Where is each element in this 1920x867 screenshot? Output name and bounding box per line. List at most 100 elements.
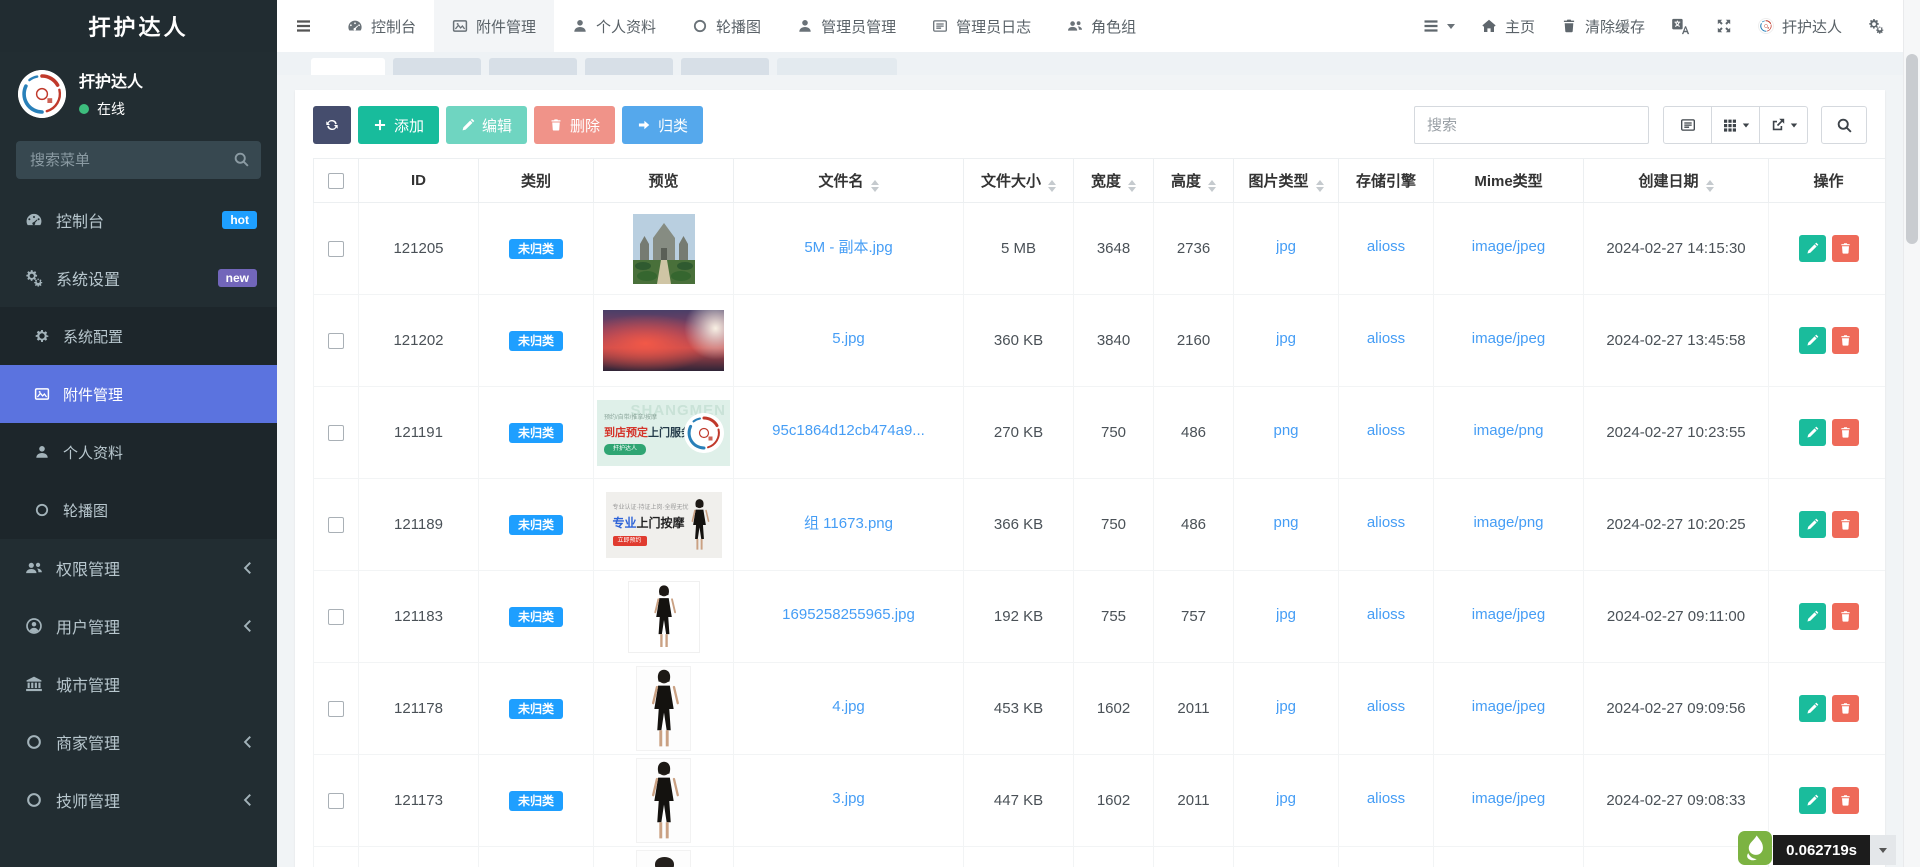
open-tab[interactable] (311, 58, 385, 75)
mime-link[interactable]: image/png (1473, 422, 1543, 439)
row-delete-button[interactable] (1832, 327, 1859, 354)
sort-icon[interactable] (1316, 180, 1324, 192)
open-tab[interactable] (393, 58, 481, 75)
user-menu[interactable]: 扞护达人 (1758, 16, 1842, 37)
mime-link[interactable]: image/png (1473, 514, 1543, 531)
home-link[interactable]: 主页 (1481, 16, 1535, 37)
storage-link[interactable]: alioss (1367, 698, 1405, 715)
open-tab[interactable] (681, 58, 769, 75)
row-delete-button[interactable] (1832, 235, 1859, 262)
row-checkbox[interactable] (328, 701, 344, 717)
mime-link[interactable]: image/jpeg (1472, 330, 1545, 347)
row-edit-button[interactable] (1799, 603, 1826, 630)
row-checkbox[interactable] (328, 793, 344, 809)
fullscreen-button[interactable] (1716, 18, 1732, 34)
thinkphp-debug-bar[interactable]: 0.062719s (1737, 831, 1896, 865)
column-header-文件名[interactable]: 文件名 (734, 159, 964, 203)
row-delete-button[interactable] (1832, 695, 1859, 722)
filename-link[interactable]: 5M - 副本.jpg (804, 236, 892, 257)
storage-link[interactable]: alioss (1367, 238, 1405, 255)
row-edit-button[interactable] (1799, 235, 1826, 262)
row-edit-button[interactable] (1799, 511, 1826, 538)
image-type-link[interactable]: jpg (1276, 330, 1296, 347)
row-checkbox[interactable] (328, 517, 344, 533)
columns-button[interactable] (1711, 106, 1760, 144)
image-type-link[interactable]: jpg (1276, 790, 1296, 807)
topnav-tab-控制台[interactable]: 控制台 (329, 0, 434, 52)
language-button[interactable] (1671, 17, 1690, 36)
row-delete-button[interactable] (1832, 419, 1859, 446)
topnav-tab-附件管理[interactable]: 附件管理 (434, 0, 554, 52)
mime-link[interactable]: image/jpeg (1472, 238, 1545, 255)
row-edit-button[interactable] (1799, 695, 1826, 722)
sidebar-item-轮播图[interactable]: 轮播图 (0, 481, 277, 539)
page-scrollbar[interactable] (1903, 0, 1920, 867)
row-delete-button[interactable] (1832, 787, 1859, 814)
row-checkbox[interactable] (328, 333, 344, 349)
filename-link[interactable]: 组 11673.png (804, 512, 893, 533)
column-header-创建日期[interactable]: 创建日期 (1584, 159, 1769, 203)
topnav-tab-轮播图[interactable]: 轮播图 (674, 0, 779, 52)
sidebar-item-系统设置[interactable]: 系统设置 new (0, 249, 277, 307)
row-edit-button[interactable] (1799, 419, 1826, 446)
filename-link[interactable]: 1695258255965.jpg (782, 606, 915, 623)
row-delete-button[interactable] (1832, 603, 1859, 630)
image-type-link[interactable]: jpg (1276, 606, 1296, 623)
sidebar-item-权限管理[interactable]: 权限管理 (0, 539, 277, 597)
select-all-checkbox[interactable] (328, 173, 344, 189)
row-checkbox[interactable] (328, 241, 344, 257)
storage-link[interactable]: alioss (1367, 330, 1405, 347)
topnav-tab-管理员管理[interactable]: 管理员管理 (779, 0, 914, 52)
row-edit-button[interactable] (1799, 787, 1826, 814)
sidebar-item-城市管理[interactable]: 城市管理 (0, 655, 277, 713)
refresh-button[interactable] (313, 106, 351, 144)
image-type-link[interactable]: png (1273, 514, 1298, 531)
sidebar-item-附件管理[interactable]: 附件管理 (0, 365, 277, 423)
open-tab[interactable] (489, 58, 577, 75)
open-tab[interactable] (777, 58, 897, 75)
row-checkbox[interactable] (328, 609, 344, 625)
sidebar-search-input[interactable] (16, 141, 261, 179)
image-type-link[interactable]: jpg (1276, 238, 1296, 255)
sidebar-item-个人资料[interactable]: 个人资料 (0, 423, 277, 481)
filename-link[interactable]: 5.jpg (832, 330, 865, 347)
clear-cache-link[interactable]: 清除缓存 (1561, 16, 1645, 37)
sidebar-item-控制台[interactable]: 控制台 hot (0, 191, 277, 249)
settings-button[interactable] (1868, 18, 1884, 34)
topnav-tab-管理员日志[interactable]: 管理员日志 (914, 0, 1049, 52)
image-type-link[interactable]: jpg (1276, 698, 1296, 715)
topnav-tab-个人资料[interactable]: 个人资料 (554, 0, 674, 52)
row-delete-button[interactable] (1832, 511, 1859, 538)
export-button[interactable] (1759, 106, 1808, 144)
row-checkbox[interactable] (328, 425, 344, 441)
search-toggle-button[interactable] (1821, 106, 1867, 144)
column-header-图片类型[interactable]: 图片类型 (1234, 159, 1339, 203)
table-search-input[interactable] (1414, 106, 1649, 144)
storage-link[interactable]: alioss (1367, 514, 1405, 531)
sidebar-toggle-button[interactable] (277, 0, 329, 52)
topnav-tab-角色组[interactable]: 角色组 (1049, 0, 1154, 52)
filename-link[interactable]: 4.jpg (832, 698, 865, 715)
sort-icon[interactable] (1208, 180, 1216, 192)
row-edit-button[interactable] (1799, 327, 1826, 354)
storage-link[interactable]: alioss (1367, 422, 1405, 439)
list-view-button[interactable] (1663, 106, 1712, 144)
image-type-link[interactable]: png (1273, 422, 1298, 439)
sort-icon[interactable] (1048, 180, 1056, 192)
add-button[interactable]: 添加 (358, 106, 439, 144)
classify-button[interactable]: 归类 (622, 106, 703, 144)
tabs-menu-button[interactable] (1423, 18, 1455, 34)
delete-button[interactable]: 删除 (534, 106, 615, 144)
sidebar-item-商家管理[interactable]: 商家管理 (0, 713, 277, 771)
storage-link[interactable]: alioss (1367, 606, 1405, 623)
filename-link[interactable]: 3.jpg (832, 790, 865, 807)
mime-link[interactable]: image/jpeg (1472, 698, 1545, 715)
edit-button[interactable]: 编辑 (446, 106, 527, 144)
column-header-文件大小[interactable]: 文件大小 (964, 159, 1074, 203)
filename-link[interactable]: 95c1864d12cb474a9... (772, 422, 925, 439)
column-header-宽度[interactable]: 宽度 (1074, 159, 1154, 203)
mime-link[interactable]: image/jpeg (1472, 790, 1545, 807)
storage-link[interactable]: alioss (1367, 790, 1405, 807)
scrollbar-thumb[interactable] (1906, 54, 1918, 244)
sort-icon[interactable] (871, 180, 879, 192)
